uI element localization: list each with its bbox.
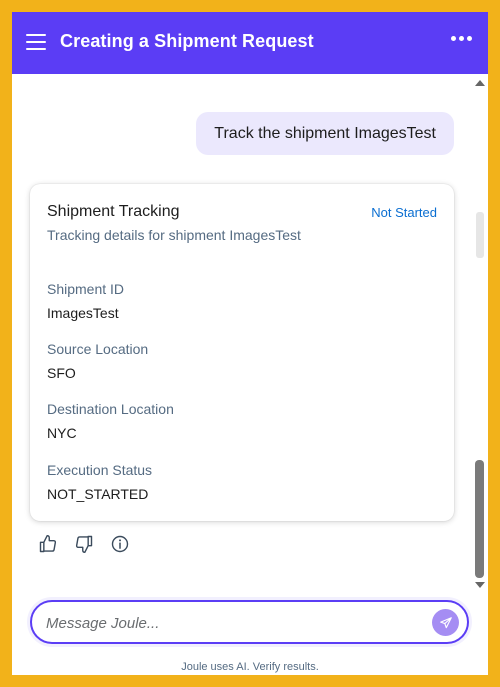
thumbs-up-icon[interactable] [38,534,58,554]
send-button[interactable] [432,609,459,636]
field-value-execution-status: NOT_STARTED [47,486,149,502]
field-label-execution-status: Execution Status [47,462,153,478]
scroll-up-arrow-icon[interactable] [475,80,485,86]
thumbs-down-icon[interactable] [74,534,94,554]
status-badge: Not Started [371,205,437,220]
message-composer [30,600,469,644]
send-icon [439,616,452,628]
user-message-text: Track the shipment ImagesTest [214,124,436,142]
shipment-tracking-card: Shipment Tracking Not Started Tracking d… [30,184,454,521]
scrollbar-thumb[interactable] [475,460,484,578]
scrollbar-track-mark [476,212,484,258]
joule-panel: Creating a Shipment Request Track the sh… [12,12,488,675]
app-header: Creating a Shipment Request [12,12,488,74]
field-label-source-location: Source Location [47,341,149,357]
info-icon[interactable] [110,534,130,554]
message-input[interactable] [46,612,416,634]
scroll-down-arrow-icon[interactable] [475,582,485,588]
chat-scrollbar[interactable] [474,74,486,594]
more-options-icon[interactable] [451,36,472,41]
card-title: Shipment Tracking [47,203,180,220]
hamburger-menu-icon[interactable] [26,32,46,52]
field-value-destination-location: NYC [47,425,77,441]
field-value-shipment-id: ImagesTest [47,305,119,321]
feedback-bar [38,534,130,554]
page-title: Creating a Shipment Request [60,31,314,51]
user-message-bubble: Track the shipment ImagesTest [196,112,454,155]
chat-history[interactable]: Track the shipment ImagesTest Shipment T… [12,74,488,594]
ai-disclaimer: Joule uses AI. Verify results. [181,661,319,673]
card-subtitle: Tracking details for shipment ImagesTest [47,227,301,243]
field-value-source-location: SFO [47,365,76,381]
field-label-shipment-id: Shipment ID [47,281,125,297]
field-label-destination-location: Destination Location [47,401,174,417]
